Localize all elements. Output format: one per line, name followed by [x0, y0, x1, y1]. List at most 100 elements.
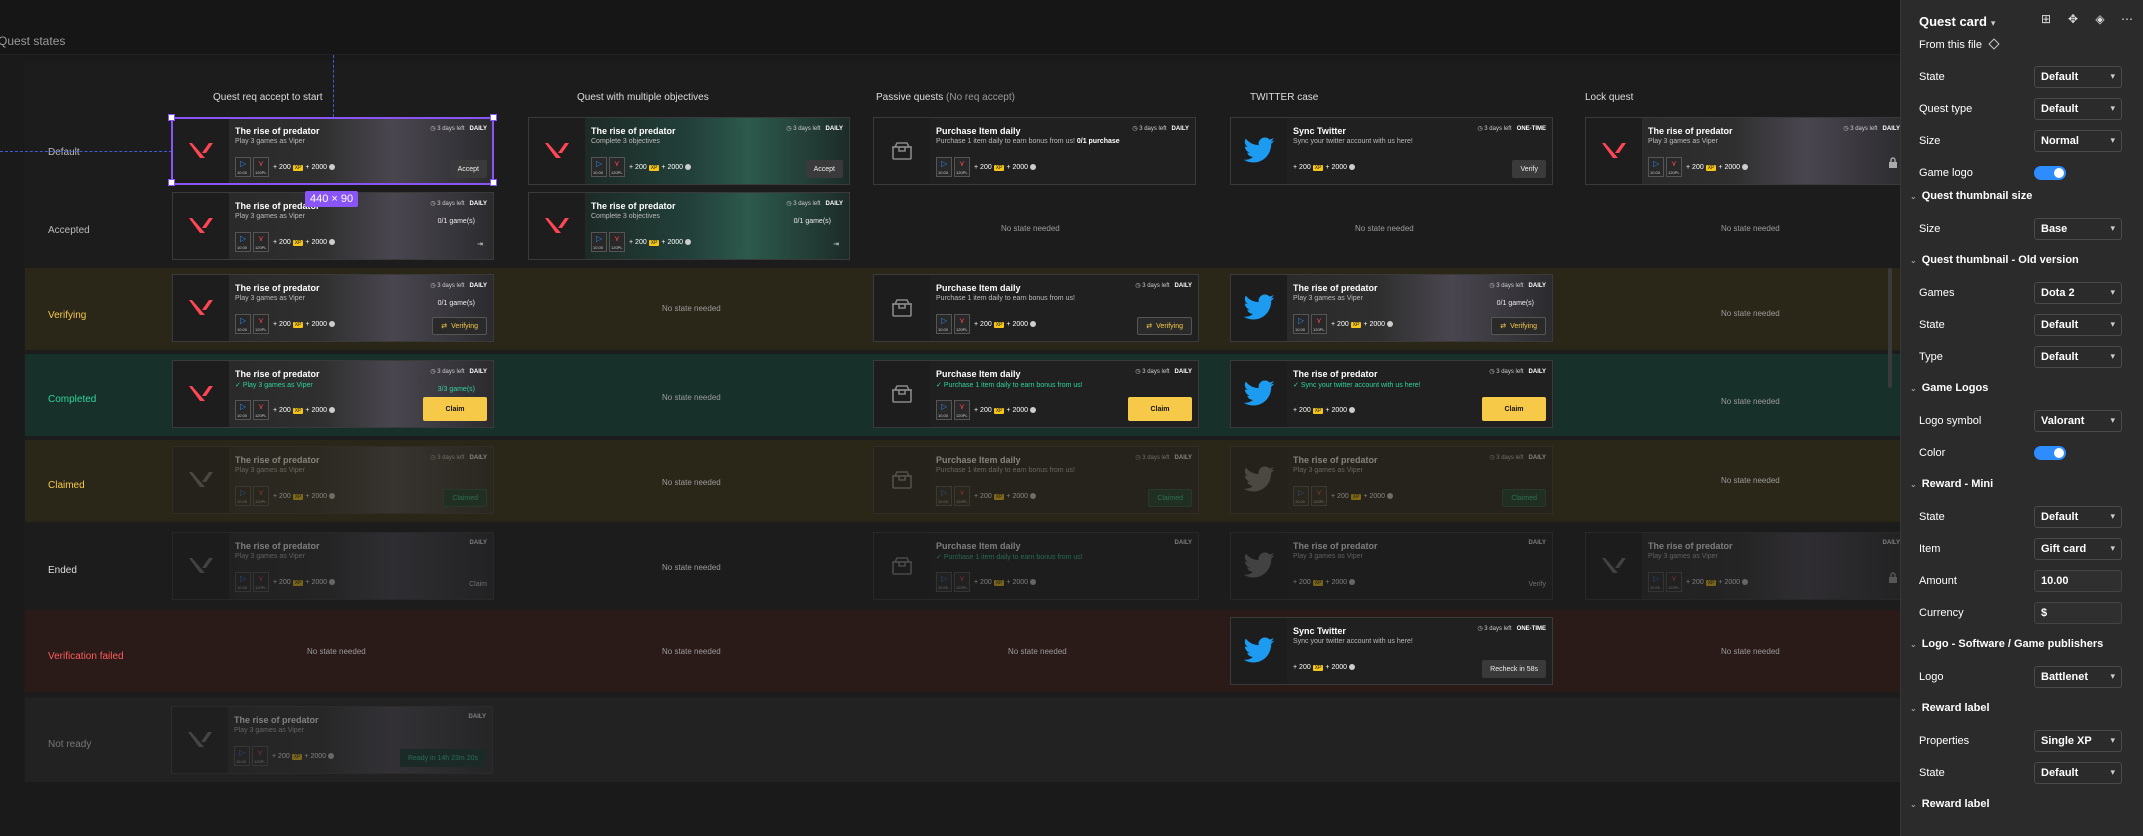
resize-handle[interactable]: [490, 114, 497, 121]
quest-card[interactable]: The rise of predator Play 3 games as Vipe…: [171, 706, 493, 774]
accept-button[interactable]: Accept: [805, 160, 843, 178]
toggle-switch[interactable]: [2034, 446, 2066, 460]
panel-section[interactable]: ⌄ Reward label: [1910, 702, 1990, 714]
no-state-label: No state needed: [1721, 224, 1780, 233]
reward-amount: + 200 XP + 2000: [1293, 664, 1356, 671]
verify-disabled-button[interactable]: Verify: [1528, 575, 1546, 593]
quest-card[interactable]: The rise of predator Play 3 games as Vipe…: [1585, 532, 1900, 600]
prop-dropdown[interactable]: Battlenet ▾: [2034, 666, 2122, 688]
prop-dropdown[interactable]: Gift card ▾: [2034, 538, 2122, 560]
quest-meta: ◷ 3 days left DAILY: [430, 455, 487, 461]
verifying-button[interactable]: ⇄ Verifying: [1137, 317, 1192, 335]
quest-card[interactable]: The rise of predator Play 3 games as Vipe…: [172, 117, 494, 185]
prop-input[interactable]: $: [2034, 602, 2122, 624]
panel-section[interactable]: ⌄ Quest thumbnail - Old version: [1910, 254, 2079, 266]
prop-label: Size: [1919, 135, 1941, 147]
quest-card[interactable]: The rise of predator Complete 3 objective…: [528, 117, 850, 185]
coin-icon: [329, 407, 336, 414]
design-canvas[interactable]: Quest states Default Accepted Verifying Com…: [0, 0, 1900, 836]
prop-label: State: [1919, 511, 1945, 523]
coin-icon: [1030, 579, 1037, 586]
quest-description: Play 3 games as Viper: [235, 213, 305, 220]
reward-mini: ⋎ 120PL: [1666, 157, 1682, 177]
valorant-mini-icon: ⋎: [258, 488, 264, 497]
prop-label: State: [1919, 767, 1945, 779]
quest-meta: ◷ 3 days left DAILY: [1489, 283, 1546, 289]
quest-card[interactable]: The rise of predator Play 3 games as Vipe…: [1230, 446, 1553, 514]
quest-card[interactable]: The rise of predator Play 3 games as Vipe…: [172, 446, 494, 514]
quest-card[interactable]: The rise of predator Play 3 games as Vipe…: [1230, 532, 1553, 600]
resize-handle[interactable]: [168, 179, 175, 186]
chevron-down-icon[interactable]: ▾: [1991, 18, 1996, 28]
panel-section[interactable]: ⌄ Reward label: [1910, 798, 1990, 810]
claimed-button[interactable]: Claimed: [443, 489, 487, 507]
reward-mini: ▷ 10.00: [936, 157, 952, 177]
quest-card[interactable]: The rise of predator ✓ Play 3 games as Vi…: [172, 360, 494, 428]
quest-card[interactable]: The rise of predator Play 3 games as Vipe…: [172, 532, 494, 600]
panel-section[interactable]: ⌄ Reward - Mini: [1910, 478, 1993, 490]
claimed-button[interactable]: Claimed: [1502, 489, 1546, 507]
quest-progress: 0/1 game(s): [437, 218, 475, 225]
claim-button[interactable]: Claim: [423, 397, 487, 421]
grid-icon[interactable]: ⊞: [2039, 12, 2053, 26]
panel-section[interactable]: ⌄ Logo - Software / Game publishers: [1910, 638, 2103, 650]
claimed-button[interactable]: Claimed: [1148, 489, 1192, 507]
verifying-button[interactable]: ⇄ Verifying: [1491, 317, 1546, 335]
valorant-mini-icon: ⋎: [258, 402, 264, 411]
quest-card[interactable]: The rise of predator Play 3 games as Vipe…: [172, 274, 494, 342]
quest-card[interactable]: Sync Twitter Sync your twitter account wi…: [1230, 117, 1553, 185]
from-this-file[interactable]: From this file: [1919, 38, 2000, 51]
verify-button[interactable]: Verify: [1512, 160, 1546, 178]
prop-dropdown[interactable]: Default ▾: [2034, 346, 2122, 368]
quest-description: Purchase 1 item daily to earn bonus from…: [936, 467, 1075, 474]
quest-description: Purchase 1 item daily to earn bonus from…: [936, 138, 1120, 145]
variant-icon[interactable]: ◈: [2093, 12, 2107, 26]
prop-dropdown[interactable]: Default ▾: [2034, 314, 2122, 336]
reward-mini: ▷ 10.00: [936, 572, 952, 592]
prop-dropdown[interactable]: Default ▾: [2034, 762, 2122, 784]
panel-title[interactable]: Quest card ▾: [1919, 14, 1995, 29]
prop-dropdown[interactable]: Valorant ▾: [2034, 410, 2122, 432]
twitter-logo-icon: [1243, 380, 1275, 406]
play-icon: ▷: [239, 748, 246, 757]
claim-button[interactable]: Claim: [1128, 397, 1192, 421]
verifying-button[interactable]: ⇄ Verifying: [432, 317, 487, 335]
panel-section[interactable]: ⌄ Quest thumbnail size: [1910, 190, 2032, 202]
quest-card[interactable]: Purchase Item daily Purchase 1 item daily…: [873, 446, 1199, 514]
claim-disabled-button[interactable]: Claim: [469, 575, 487, 593]
quest-card[interactable]: Sync Twitter Sync your twitter account wi…: [1230, 617, 1553, 685]
prop-dropdown[interactable]: Single XP ▾: [2034, 730, 2122, 752]
quest-card[interactable]: The rise of predator ✓ Sync your twitter …: [1230, 360, 1553, 428]
quest-meta: ◷ 3 days left DAILY: [1489, 455, 1546, 461]
component-icon[interactable]: ✥: [2066, 12, 2080, 26]
claim-button[interactable]: Claim: [1482, 397, 1546, 421]
prop-dropdown[interactable]: Normal ▾: [2034, 130, 2122, 152]
exit-button[interactable]: ⇥: [833, 235, 843, 253]
exit-button[interactable]: ⇥: [477, 235, 487, 253]
prop-dropdown[interactable]: Default ▾: [2034, 506, 2122, 528]
quest-card[interactable]: The rise of predator Complete 3 objective…: [528, 192, 850, 260]
resize-handle[interactable]: [168, 114, 175, 121]
reward-minis: ▷ 10.00 ⋎ 120PL: [1293, 486, 1327, 506]
prop-dropdown[interactable]: Default ▾: [2034, 98, 2122, 120]
prop-dropdown[interactable]: Dota 2 ▾: [2034, 282, 2122, 304]
panel-section[interactable]: ⌄ Game Logos: [1910, 382, 1988, 394]
canvas-scrollbar[interactable]: [1888, 268, 1892, 388]
toggle-switch[interactable]: [2034, 166, 2066, 180]
more-icon[interactable]: ⋯: [2120, 12, 2134, 26]
prop-dropdown[interactable]: Base ▾: [2034, 218, 2122, 240]
quest-card[interactable]: Purchase Item daily Purchase 1 item daily…: [873, 117, 1196, 185]
resize-handle[interactable]: [490, 179, 497, 186]
quest-card[interactable]: Purchase Item daily ✓ Purchase 1 item dai…: [873, 360, 1199, 428]
quest-card[interactable]: Purchase Item daily Purchase 1 item daily…: [873, 274, 1199, 342]
quest-card[interactable]: The rise of predator Play 3 games as Vipe…: [1585, 117, 1900, 185]
quest-card[interactable]: The rise of predator Play 3 games as Vipe…: [1230, 274, 1553, 342]
reward-minis: ▷ 10.00 ⋎ 120PL: [235, 486, 269, 506]
prop-input[interactable]: 10.00: [2034, 570, 2122, 592]
chevron-down-icon: ▾: [2110, 319, 2115, 329]
recheck-button[interactable]: Recheck in 58s: [1482, 660, 1546, 678]
quest-card[interactable]: Purchase Item daily ✓ Purchase 1 item dai…: [873, 532, 1199, 600]
accept-button[interactable]: Accept: [449, 160, 487, 178]
ready-button[interactable]: Ready in 14h 23m 20s: [399, 749, 486, 767]
prop-dropdown[interactable]: Default ▾: [2034, 66, 2122, 88]
